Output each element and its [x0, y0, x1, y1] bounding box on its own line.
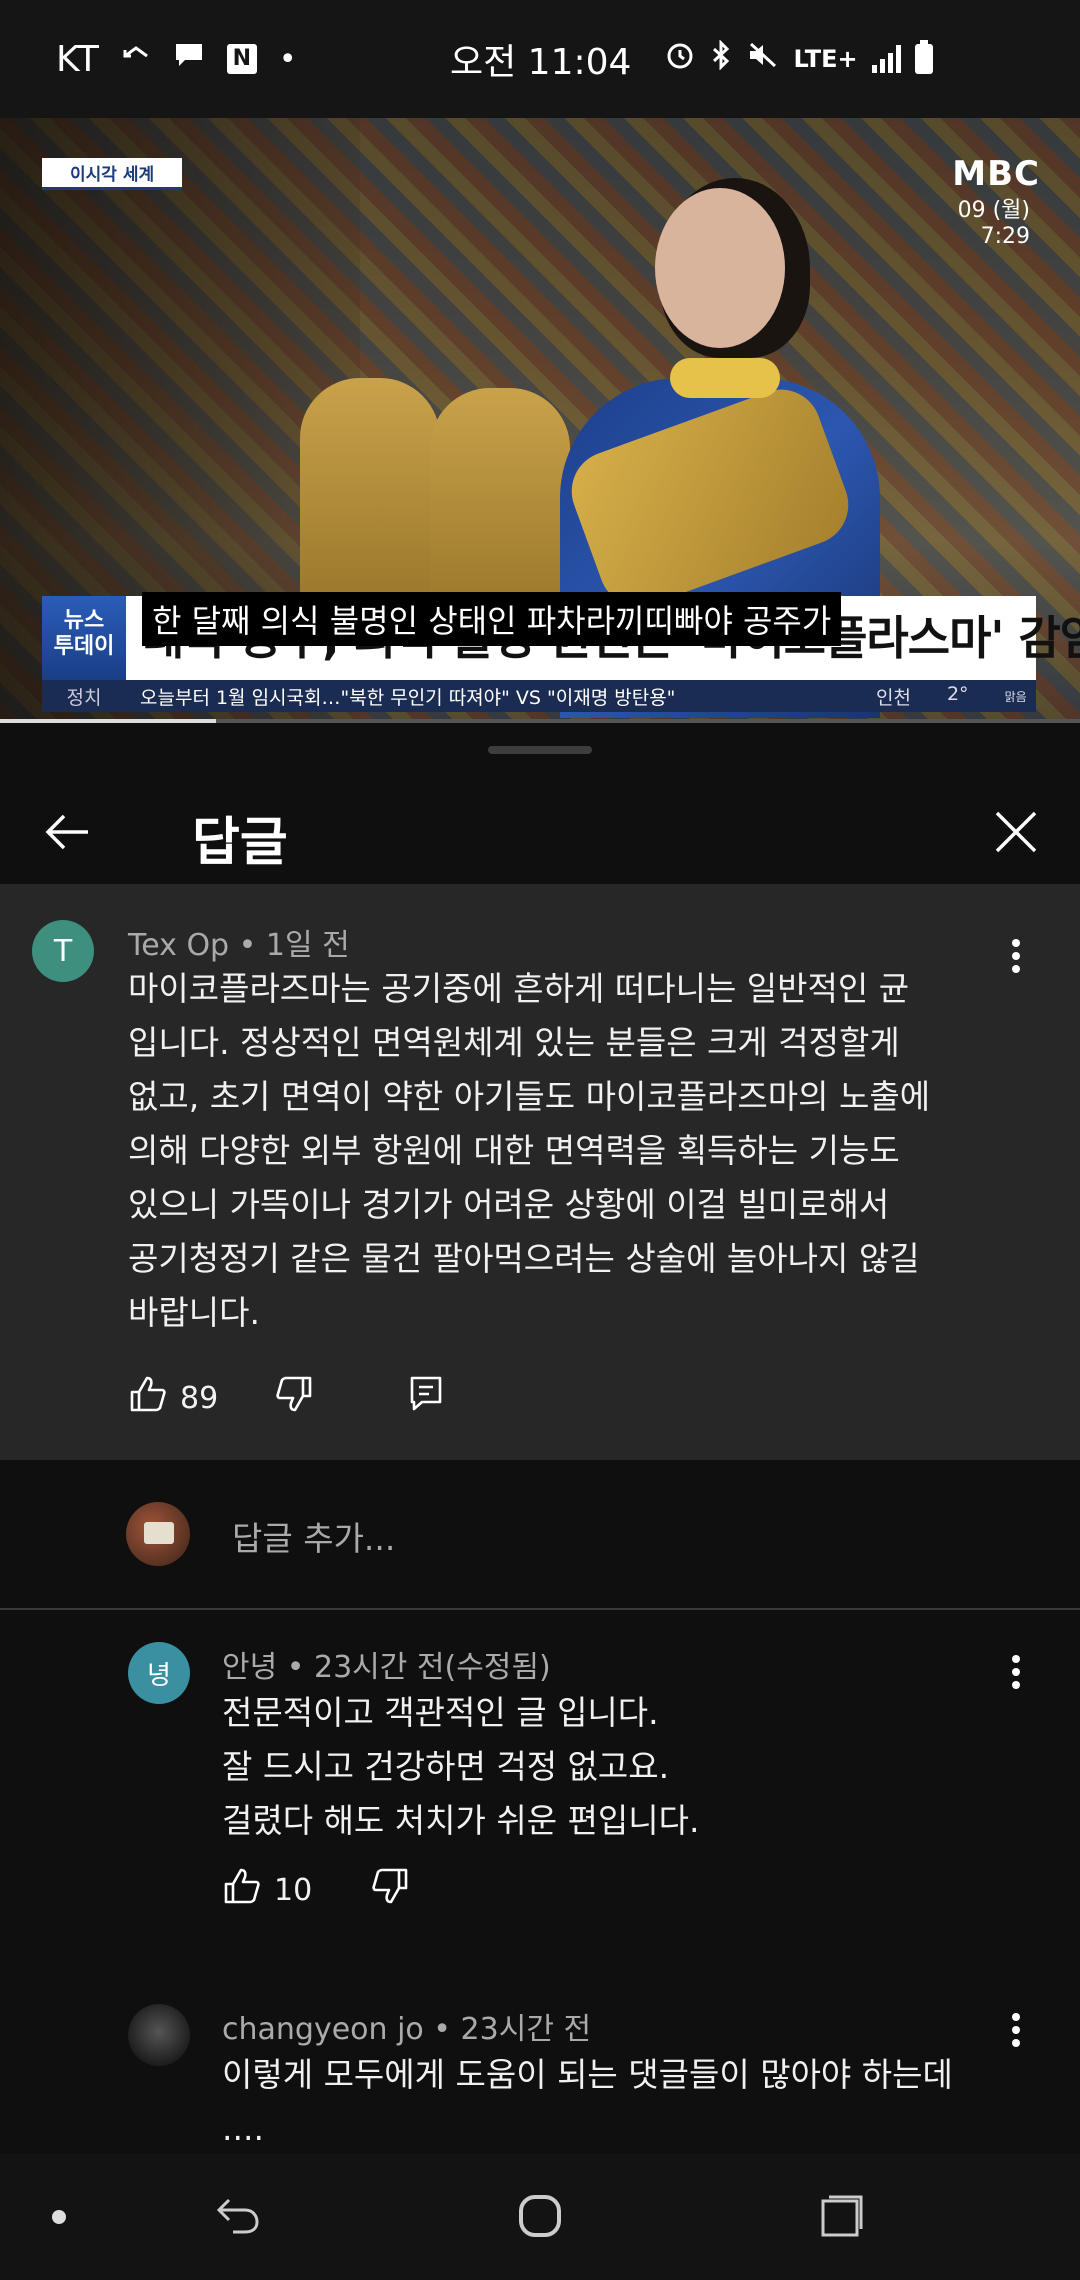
- arrow-left-icon: [42, 812, 90, 856]
- thumb-up-icon: [222, 1866, 262, 1914]
- clock: 오전 11:04: [450, 42, 632, 83]
- reply-meta: 안녕 • 23시간 전(수정됨): [222, 1650, 551, 1685]
- nav-back-icon: [215, 2196, 261, 2240]
- like-count: 89: [180, 1380, 219, 1416]
- panel-header: 답글: [0, 784, 1080, 884]
- thumb-up-icon: [128, 1374, 168, 1422]
- avatar[interactable]: T: [32, 920, 94, 982]
- video-player[interactable]: 이시각 세계 MBC 09 (월) 7:29 뉴스 투데이 태국 공주, 의식 …: [0, 118, 1080, 722]
- reply-placeholder[interactable]: 답글 추가...: [232, 1512, 395, 1560]
- more-vert-icon: [1010, 2012, 1022, 2052]
- status-bar: KT N • 오전 11:04 LTE+: [0, 0, 1080, 118]
- naver-icon: N: [226, 44, 257, 74]
- avatar[interactable]: [128, 2004, 190, 2066]
- system-nav-bar: [0, 2154, 1080, 2280]
- back-button[interactable]: [30, 798, 102, 870]
- battery-icon: [914, 40, 933, 74]
- chat-icon: [173, 40, 205, 78]
- alarm-icon: [665, 40, 695, 78]
- close-button[interactable]: [980, 798, 1052, 870]
- reply-time: 23시간 전(수정됨): [313, 1650, 551, 1685]
- like-count: 10: [274, 1872, 313, 1908]
- comment-author[interactable]: Tex Op: [128, 928, 229, 963]
- mute-icon: [747, 40, 779, 78]
- nav-recents-button[interactable]: [808, 2184, 876, 2252]
- news-ticker: 정치 오늘부터 1월 임시국회…"북한 무인기 따져야" VS "이재명 방탄용…: [42, 680, 1036, 712]
- comment-meta: Tex Op • 1일 전: [128, 928, 350, 963]
- signal-icon: [871, 45, 901, 73]
- parent-comment: T Tex Op • 1일 전 마이코플라즈마는 공기중에 흔하게 떠다니는 일…: [0, 884, 1080, 1460]
- comment-time: 1일 전: [265, 928, 350, 963]
- bluetooth-icon: [709, 39, 733, 78]
- dislike-button[interactable]: [370, 1866, 410, 1914]
- panel-title: 답글: [192, 813, 288, 873]
- lte-label: LTE+: [793, 45, 858, 73]
- nav-dot-icon: [52, 2210, 66, 2224]
- dislike-button[interactable]: [274, 1374, 314, 1422]
- subtitle-caption: 한 달째 의식 불명인 상태인 파차라끼띠빠야 공주가: [142, 592, 842, 646]
- comment-reply-icon: [408, 1374, 444, 1422]
- reply-text: 이렇게 모두에게 도움이 되는 댓글들이 많아야 하는데 ....: [222, 2055, 953, 2148]
- ticker-text: 오늘부터 1월 임시국회…"북한 무인기 따져야" VS "이재명 방탄용": [140, 686, 676, 709]
- program-logo: 뉴스 투데이: [42, 596, 126, 680]
- like-button[interactable]: 10: [222, 1866, 312, 1914]
- thumb-down-icon: [274, 1374, 314, 1422]
- nav-home-icon: [517, 2193, 563, 2243]
- segment-tag: 이시각 세계: [42, 158, 183, 190]
- replies-panel: 답글 T Tex Op • 1일 전 마이코플라즈마는 공기중에 흔하게 떠다니…: [0, 724, 1080, 2154]
- reply-author[interactable]: 안녕: [222, 1650, 277, 1685]
- user-avatar: [126, 1502, 190, 1566]
- reply-button[interactable]: [408, 1374, 444, 1422]
- close-icon: [993, 809, 1039, 859]
- channel-logo: MBC: [952, 154, 1040, 194]
- carrier-label: KT: [56, 38, 99, 80]
- avatar[interactable]: 녕: [128, 1642, 190, 1704]
- ticker-weather: 인천 2° 맑음: [876, 682, 1027, 709]
- ticker-category: 정치: [66, 686, 102, 709]
- reply-meta: changyeon jo • 23시간 전: [222, 2012, 592, 2047]
- drag-handle[interactable]: [488, 746, 592, 754]
- nav-recents-icon: [819, 2193, 865, 2243]
- nav-back-button[interactable]: [204, 2184, 272, 2252]
- video-progress-fill: [0, 719, 216, 723]
- thumb-down-icon: [370, 1866, 410, 1914]
- dot-icon: •: [278, 41, 297, 77]
- like-button[interactable]: 89: [128, 1374, 218, 1422]
- video-progress-bar[interactable]: [0, 719, 1080, 723]
- reply-time: 23시간 전: [460, 2012, 592, 2047]
- reply-text: 전문적이고 객관적인 글 입니다. 잘 드시고 건강하면 걱정 없고요. 걸렸다…: [222, 1693, 700, 1840]
- add-reply-input[interactable]: 답글 추가...: [0, 1460, 1080, 1610]
- missed-call-icon: [121, 40, 151, 78]
- nav-home-button[interactable]: [506, 2184, 574, 2252]
- comment-text: 마이코플라즈마는 공기중에 흔하게 떠다니는 일반적인 균 입니다. 정상적인 …: [128, 969, 931, 1332]
- broadcast-datetime: 09 (월) 7:29: [957, 198, 1030, 249]
- reply-author[interactable]: changyeon jo: [222, 2012, 424, 2047]
